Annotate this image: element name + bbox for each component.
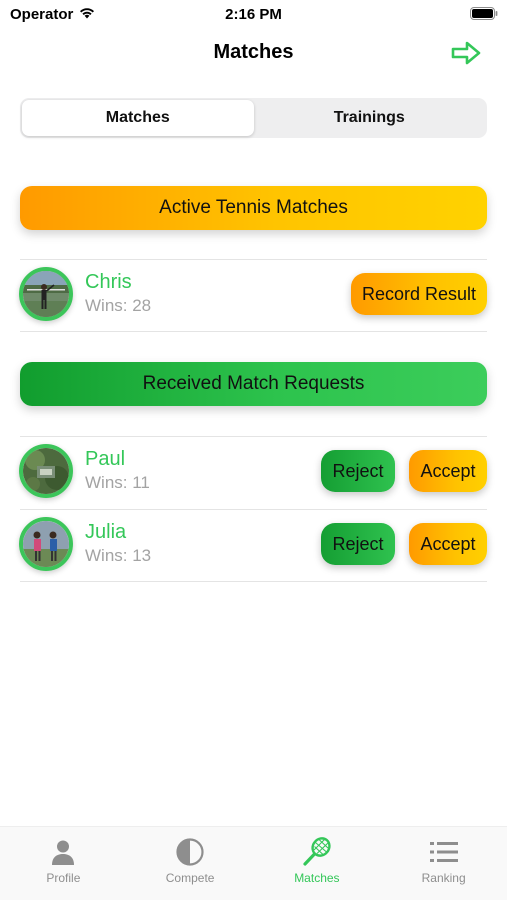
- tennis-racket-icon: [303, 837, 331, 866]
- tab-label: Ranking: [421, 871, 466, 885]
- tab-matches[interactable]: Matches: [254, 827, 381, 900]
- player-wins: Wins: 13: [85, 546, 152, 565]
- avatar: [19, 444, 73, 498]
- request-row: Julia Wins: 13 Reject Accept: [0, 509, 507, 581]
- received-requests-header: Received Match Requests: [20, 362, 487, 406]
- tab-profile[interactable]: Profile: [0, 827, 127, 900]
- tab-bar: Profile Compete Matches Ranking: [0, 826, 507, 900]
- tab-compete[interactable]: Compete: [127, 827, 254, 900]
- tab-label: Matches: [294, 871, 340, 885]
- player-wins: Wins: 28: [85, 296, 152, 315]
- divider: [20, 331, 487, 332]
- reject-button[interactable]: Reject: [321, 450, 395, 492]
- arrow-right-icon: [451, 41, 481, 65]
- reject-button[interactable]: Reject: [321, 523, 395, 565]
- divider: [20, 581, 487, 582]
- list-icon: [429, 842, 458, 862]
- navigation-bar: Matches: [0, 30, 507, 76]
- tab-ranking[interactable]: Ranking: [380, 827, 507, 900]
- clock: 2:16 PM: [225, 6, 282, 23]
- request-row: Paul Wins: 11 Reject Accept: [0, 436, 507, 508]
- player-name: Julia: [85, 521, 127, 543]
- accept-button[interactable]: Accept: [409, 523, 487, 565]
- active-matches-header: Active Tennis Matches: [20, 186, 487, 230]
- player-name: Chris: [85, 271, 132, 293]
- player-photo: [23, 521, 69, 567]
- avatar: [19, 267, 73, 321]
- player-wins: Wins: 11: [85, 473, 150, 492]
- segment-trainings[interactable]: Trainings: [254, 100, 486, 136]
- avatar: [19, 517, 73, 571]
- segment-matches[interactable]: Matches: [22, 100, 254, 136]
- player-photo: [23, 271, 69, 317]
- accept-button[interactable]: Accept: [409, 450, 487, 492]
- player-photo: [23, 448, 69, 494]
- half-circle-icon: [176, 838, 204, 866]
- page-title: Matches: [213, 41, 294, 63]
- segmented-control: Matches Trainings: [20, 98, 487, 138]
- player-name: Paul: [85, 448, 126, 470]
- battery-icon: [470, 7, 498, 20]
- tab-label: Compete: [165, 871, 215, 885]
- person-icon: [52, 840, 75, 865]
- active-match-row: Chris Wins: 28 Record Result: [0, 259, 507, 331]
- record-result-button[interactable]: Record Result: [351, 273, 487, 315]
- tab-label: Profile: [46, 871, 81, 885]
- status-bar: Operator 2:16 PM: [0, 0, 507, 28]
- forward-button[interactable]: [449, 38, 483, 68]
